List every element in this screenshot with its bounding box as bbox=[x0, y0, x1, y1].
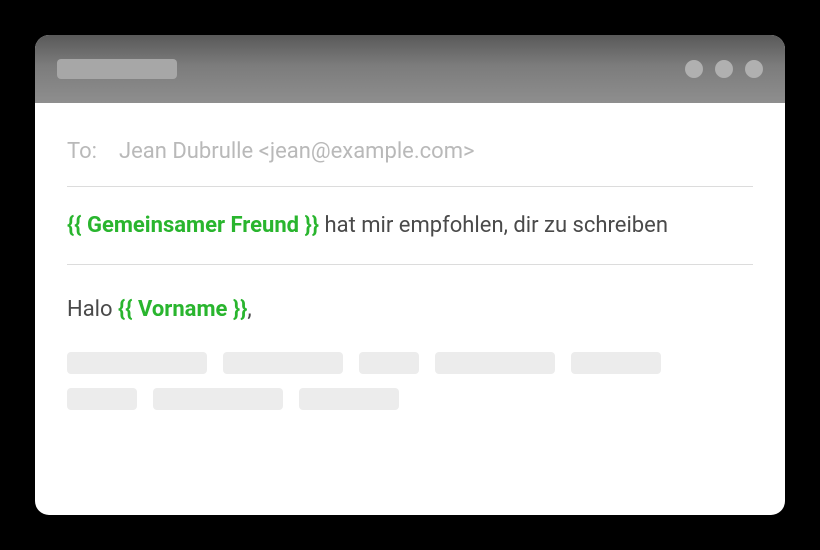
to-value: Jean Dubrulle <jean@example.com> bbox=[119, 139, 475, 164]
skeleton-block bbox=[223, 352, 343, 374]
body-placeholder-lines bbox=[67, 352, 753, 410]
greeting-prefix: Halo bbox=[67, 297, 118, 322]
skeleton-block bbox=[435, 352, 555, 374]
window-control-dot[interactable] bbox=[715, 60, 733, 78]
skeleton-block bbox=[153, 388, 283, 410]
title-placeholder bbox=[57, 59, 177, 79]
compose-content: To: Jean Dubrulle <jean@example.com> {{ … bbox=[35, 103, 785, 515]
skeleton-line bbox=[67, 388, 753, 410]
window-control-dot[interactable] bbox=[745, 60, 763, 78]
skeleton-block bbox=[67, 352, 207, 374]
to-field-row[interactable]: To: Jean Dubrulle <jean@example.com> bbox=[67, 139, 753, 187]
window-control-dot[interactable] bbox=[685, 60, 703, 78]
window-titlebar bbox=[35, 35, 785, 103]
to-label: To: bbox=[67, 139, 97, 164]
skeleton-block bbox=[571, 352, 661, 374]
window-controls bbox=[685, 60, 763, 78]
template-variable: {{ Gemeinsamer Freund }} bbox=[67, 213, 319, 238]
subject-text: hat mir empfohlen, dir zu schreiben bbox=[319, 213, 668, 238]
email-compose-window: To: Jean Dubrulle <jean@example.com> {{ … bbox=[35, 35, 785, 515]
skeleton-block bbox=[299, 388, 399, 410]
subject-field-row[interactable]: {{ Gemeinsamer Freund }} hat mir empfohl… bbox=[67, 187, 753, 265]
body-field[interactable]: Halo {{ Vorname }}, bbox=[67, 265, 753, 410]
skeleton-block bbox=[359, 352, 419, 374]
skeleton-line bbox=[67, 352, 753, 374]
greeting-suffix: , bbox=[247, 297, 251, 322]
skeleton-block bbox=[67, 388, 137, 410]
template-variable: {{ Vorname }} bbox=[118, 297, 247, 322]
